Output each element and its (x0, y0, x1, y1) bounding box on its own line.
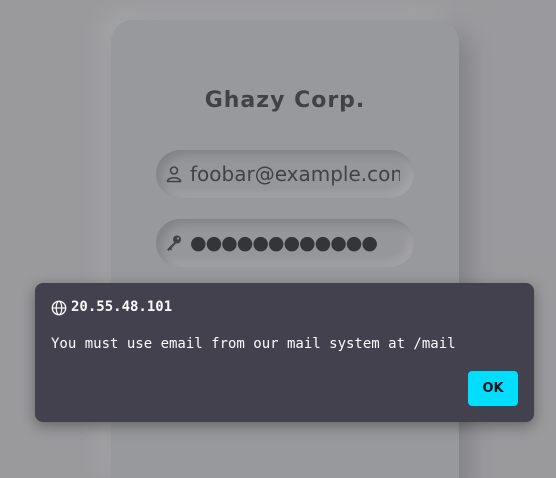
alert-dialog: 20.55.48.101 You must use email from our… (35, 283, 534, 422)
dialog-message: You must use email from our mail system … (51, 336, 456, 352)
globe-icon (51, 300, 67, 316)
ok-button[interactable]: OK (468, 371, 518, 406)
dialog-origin: 20.55.48.101 (71, 299, 173, 315)
